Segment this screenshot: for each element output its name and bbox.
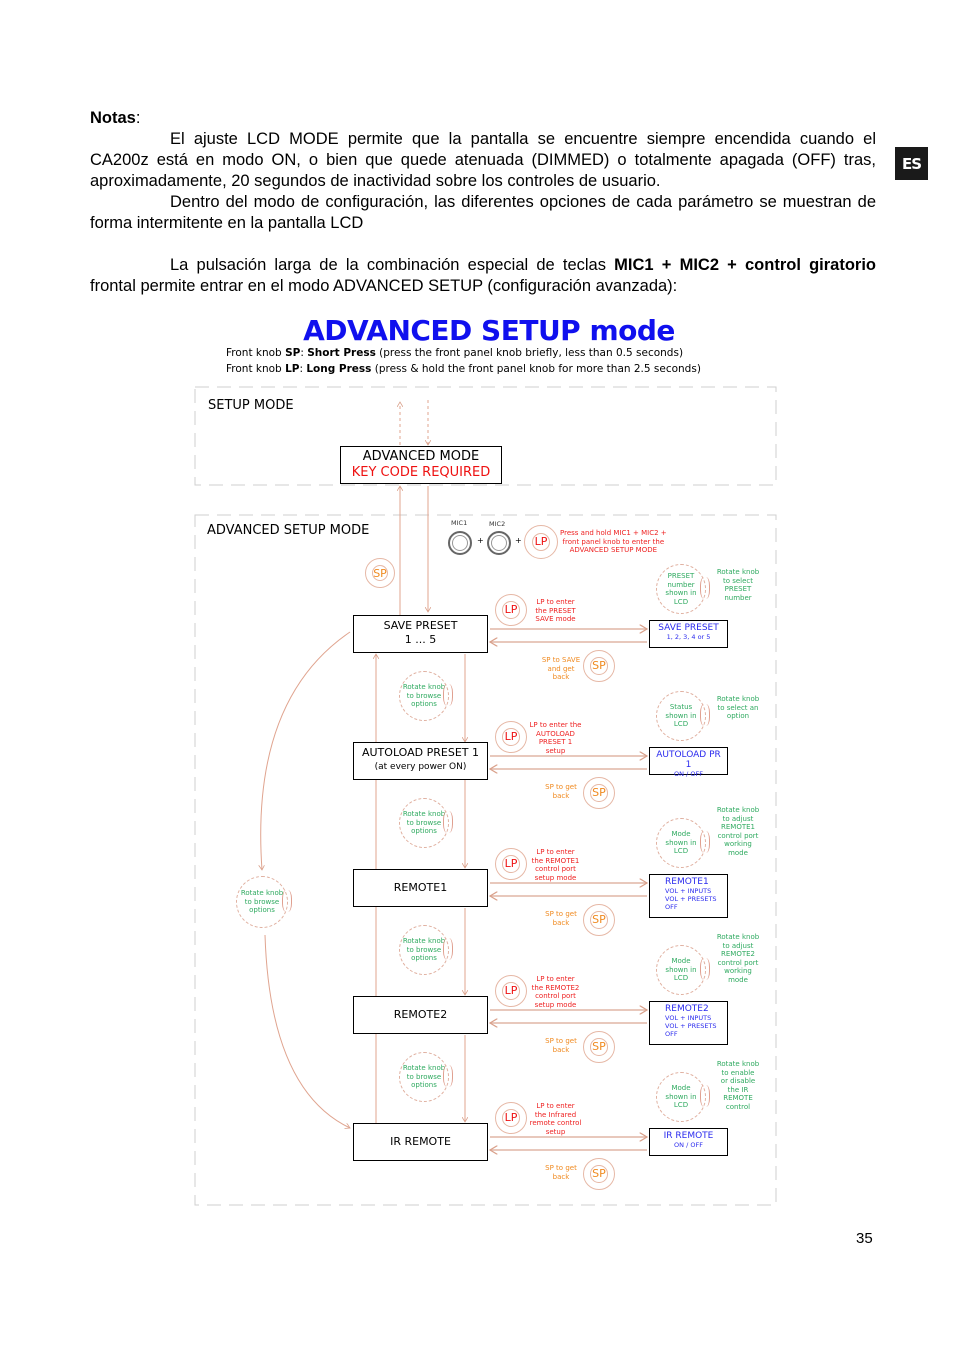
sp-note-1: SP to get back <box>545 783 577 800</box>
step-box-1: AUTOLOAD PRESET 1 (at every power ON) <box>353 742 488 780</box>
sp-icon-0-label: SP <box>590 657 608 675</box>
lcd-circle-3-rotate-icon <box>700 958 710 980</box>
browse-circle-2: Rotate knob to browse options <box>399 925 449 975</box>
mic2-knob-icon <box>487 531 511 555</box>
sp-note-2: SP to get back <box>545 910 577 927</box>
lcd-display-1: AUTOLOAD PR 1 ON / OFF <box>649 747 728 778</box>
browse-circle-2-rotate-icon <box>443 938 453 960</box>
browse-circle-1: Rotate knob to browse options <box>399 798 449 848</box>
lcd-circle-0: PRESET number shown in LCD <box>656 564 706 614</box>
sp-icon-2-label: SP <box>590 911 608 929</box>
lcd-display-2: REMOTE1 VOL + INPUTS VOL + PRESETS OFF <box>649 874 728 918</box>
lp-note-3: LP to enter the REMOTE2 control port setup … <box>531 975 580 1009</box>
step-box-2: REMOTE1 <box>353 869 488 907</box>
lp-icon-0-label: LP <box>502 601 520 619</box>
plus-sign: + <box>515 536 522 545</box>
lp-note-4: LP to enter the Infrared remote control set… <box>529 1102 582 1136</box>
sp-icon-3-label: SP <box>590 1038 608 1056</box>
lp-icon-4-label: LP <box>502 1109 520 1127</box>
lcd-circle-1-rotate-icon <box>700 704 710 726</box>
browse-circle-left: Rotate knob to browse options <box>236 876 288 928</box>
lcd-circle-4-rotate-icon <box>700 1085 710 1107</box>
lcd-circle-3: Mode shown in LCD <box>656 945 706 995</box>
browse-circle-left-rotate-icon <box>282 890 292 912</box>
browse-circle-1-rotate-icon <box>443 811 453 833</box>
sp-icon-1-label: SP <box>590 784 608 802</box>
lcd-circle-2: Mode shown in LCD <box>656 818 706 868</box>
advanced-mode-box: ADVANCED MODE KEY CODE REQUIRED <box>340 446 502 484</box>
plus-sign: + <box>477 536 484 545</box>
mic1-label: MIC1 <box>451 519 468 527</box>
lcd-circle-2-rotate-icon <box>700 831 710 853</box>
rotate-note-2: Rotate knob to adjust REMOTE1 control port w… <box>716 806 760 857</box>
lp-icon-2-label: LP <box>502 855 520 873</box>
step-box-3: REMOTE2 <box>353 996 488 1034</box>
step-box-0: SAVE PRESET 1 ... 5 <box>353 615 488 653</box>
lp-note-1: LP to enter the AUTOLOAD PRESET 1 setup <box>529 721 582 755</box>
lcd-display-3: REMOTE2 VOL + INPUTS VOL + PRESETS OFF <box>649 1001 728 1045</box>
lp-icon-1-label: LP <box>502 728 520 746</box>
lcd-circle-1: Status shown in LCD <box>656 691 706 741</box>
enter-note: Press and hold MIC1 + MIC2 + front panel … <box>560 529 667 554</box>
browse-circle-0: Rotate knob to browse options <box>399 671 449 721</box>
setup-mode-label: SETUP MODE <box>208 398 294 413</box>
lcd-circle-4: Mode shown in LCD <box>656 1072 706 1122</box>
lcd-circle-0-rotate-icon <box>700 577 710 599</box>
browse-circle-3: Rotate knob to browse options <box>399 1052 449 1102</box>
mic1-knob-icon <box>448 531 472 555</box>
sp-note-0: SP to SAVE and get back <box>541 656 581 681</box>
rotate-note-4: Rotate knob to enable or disable the IR REMO… <box>716 1060 760 1111</box>
step-box-4: IR REMOTE <box>353 1123 488 1161</box>
browse-circle-3-rotate-icon <box>443 1065 453 1087</box>
sp-icon-4-label: SP <box>590 1165 608 1183</box>
rotate-note-1: Rotate knob to select an option <box>716 695 760 720</box>
sp-note-4: SP to get back <box>545 1164 577 1181</box>
sp-note-3: SP to get back <box>545 1037 577 1054</box>
lcd-display-0: SAVE PRESET 1, 2, 3, 4 or 5 <box>649 620 728 648</box>
advanced-setup-label: ADVANCED SETUP MODE <box>207 523 370 538</box>
sp-exit-icon-label: SP <box>371 564 389 582</box>
lp-note-0: LP to enter the PRESET SAVE mode <box>535 598 576 623</box>
rotate-note-3: Rotate knob to adjust REMOTE2 control port w… <box>716 933 760 984</box>
lp-icon-3-label: LP <box>502 982 520 1000</box>
mic2-label: MIC2 <box>489 520 506 528</box>
rotate-note-0: Rotate knob to select PRESET number <box>716 568 760 602</box>
lcd-display-4: IR REMOTE ON / OFF <box>649 1128 728 1156</box>
browse-circle-0-rotate-icon <box>443 684 453 706</box>
lp-note-2: LP to enter the REMOTE1 control port setup … <box>531 848 580 882</box>
